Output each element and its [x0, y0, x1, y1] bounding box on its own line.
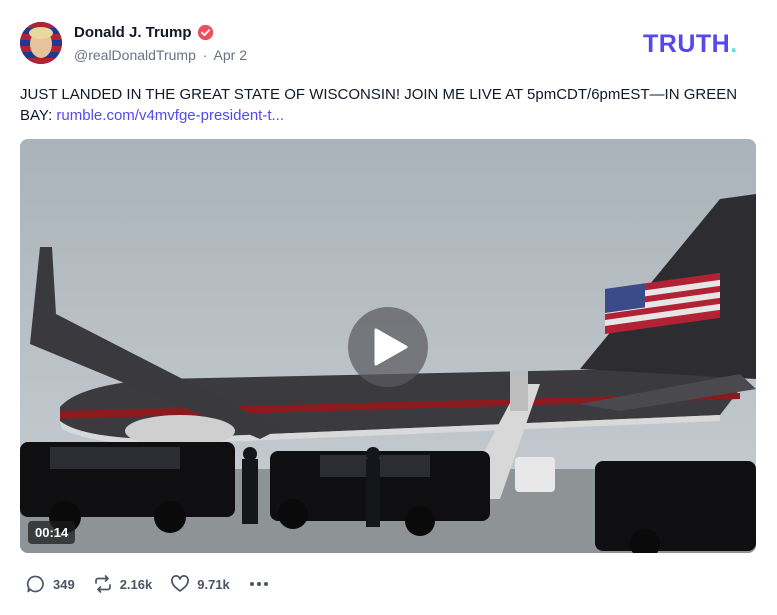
video-player[interactable]: 00:14 [20, 139, 756, 553]
logo-dot: . [730, 30, 738, 58]
like-icon [171, 575, 190, 592]
logo-text: TRUTH [643, 30, 731, 58]
like-button[interactable]: 9.71k [170, 574, 230, 594]
post-text: JUST LANDED IN THE GREAT STATE OF WISCON… [20, 84, 750, 126]
author-name[interactable]: Donald J. Trump [74, 24, 192, 41]
play-button[interactable] [348, 307, 428, 387]
play-icon [374, 328, 408, 366]
retruth-count: 2.16k [119, 576, 153, 592]
reply-button[interactable]: 349 [26, 574, 75, 594]
author-meta: @realDonaldTrump · Apr 2 [74, 47, 247, 63]
video-duration: 00:14 [28, 521, 76, 544]
post-date[interactable]: Apr 2 [214, 47, 247, 63]
post-link[interactable]: rumble.com/v4mvfge-president-t... [56, 107, 284, 124]
retruth-button[interactable]: 2.16k [93, 574, 153, 594]
like-count: 9.71k [197, 576, 230, 592]
retruth-icon [94, 575, 111, 593]
action-bar: 349 2.16k 9.71k [26, 574, 270, 594]
author-name-row[interactable]: Donald J. Trump [74, 24, 214, 41]
reply-icon [26, 575, 44, 593]
reply-count: 349 [53, 576, 75, 592]
verified-icon [197, 24, 213, 41]
author-handle[interactable]: @realDonaldTrump [74, 47, 196, 63]
truth-logo[interactable]: TRUTH. [643, 30, 738, 59]
more-icon[interactable] [248, 574, 270, 594]
avatar[interactable] [20, 22, 62, 64]
meta-separator: · [202, 47, 208, 63]
truth-post: Donald J. Trump @realDonaldTrump · Apr 2… [0, 0, 777, 615]
